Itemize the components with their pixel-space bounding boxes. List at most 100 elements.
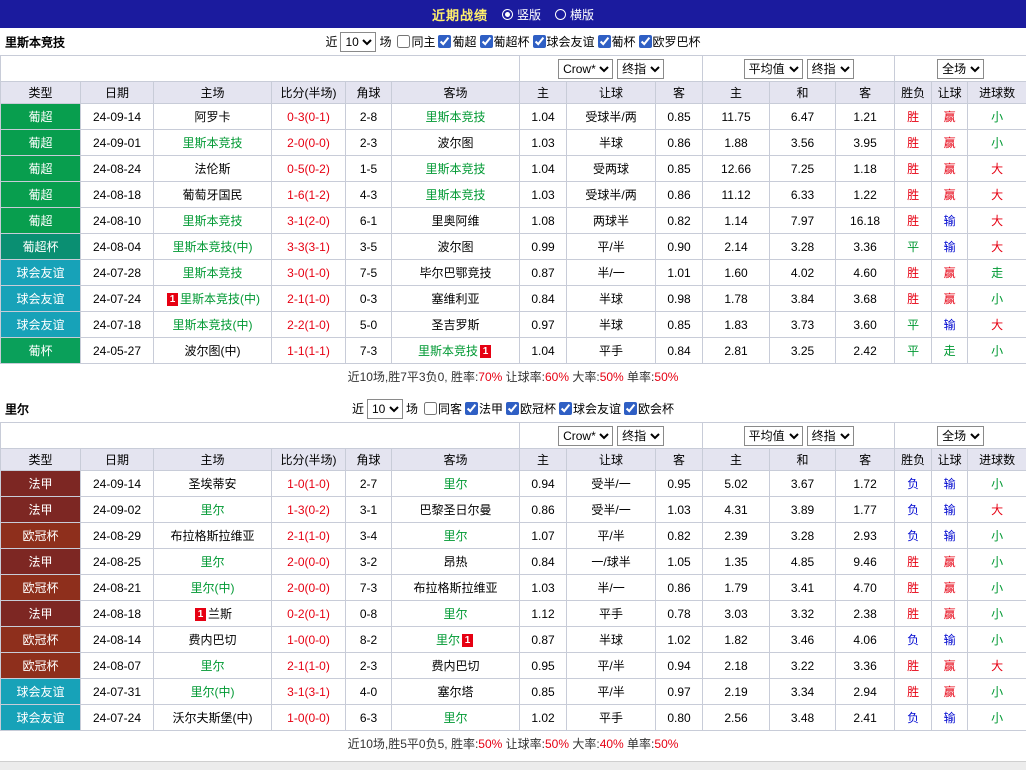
score-cell[interactable]: 2-0(0-0) bbox=[272, 130, 346, 156]
away-team-cell[interactable]: 毕尔巴鄂竞技 bbox=[392, 260, 520, 286]
asian-odds-time-select[interactable]: 终指 bbox=[617, 426, 664, 446]
asian-odds-source-select[interactable]: Crow* bbox=[558, 59, 613, 79]
score-cell[interactable]: 2-2(1-0) bbox=[272, 312, 346, 338]
league-filter-checkbox[interactable]: 欧会杯 bbox=[624, 400, 674, 417]
league-type-cell: 葡杯 bbox=[1, 338, 81, 364]
league-filter-checkbox[interactable]: 球会友谊 bbox=[559, 400, 621, 417]
checkbox-input[interactable] bbox=[438, 35, 451, 48]
home-team-cell[interactable]: 法伦斯 bbox=[154, 156, 272, 182]
asian-odds-time-select[interactable]: 终指 bbox=[617, 59, 664, 79]
score-cell[interactable]: 2-1(1-0) bbox=[272, 653, 346, 679]
checkbox-input[interactable] bbox=[506, 402, 519, 415]
score-cell[interactable]: 1-0(1-0) bbox=[272, 471, 346, 497]
home-team-cell[interactable]: 葡萄牙国民 bbox=[154, 182, 272, 208]
away-team-cell[interactable]: 里尔 bbox=[392, 601, 520, 627]
asian-odds-source-select[interactable]: Crow* bbox=[558, 426, 613, 446]
euro-odds-time-select[interactable]: 终指 bbox=[807, 59, 854, 79]
home-team-cell[interactable]: 1兰斯 bbox=[154, 601, 272, 627]
checkbox-input[interactable] bbox=[465, 402, 478, 415]
home-team-cell[interactable]: 波尔图(中) bbox=[154, 338, 272, 364]
home-team-cell[interactable]: 里尔(中) bbox=[154, 679, 272, 705]
away-team-cell[interactable]: 巴黎圣日尔曼 bbox=[392, 497, 520, 523]
euro-odds-source-select[interactable]: 平均值 bbox=[744, 59, 803, 79]
checkbox-input[interactable] bbox=[424, 402, 437, 415]
home-team-cell[interactable]: 里斯本竞技 bbox=[154, 130, 272, 156]
score-cell[interactable]: 0-5(0-2) bbox=[272, 156, 346, 182]
away-team-cell[interactable]: 波尔图 bbox=[392, 130, 520, 156]
home-team-cell[interactable]: 里尔 bbox=[154, 549, 272, 575]
score-cell[interactable]: 1-6(1-2) bbox=[272, 182, 346, 208]
score-cell[interactable]: 1-0(0-0) bbox=[272, 705, 346, 731]
away-team-cell[interactable]: 塞维利亚 bbox=[392, 286, 520, 312]
away-team-cell[interactable]: 昂热 bbox=[392, 549, 520, 575]
checkbox-input[interactable] bbox=[397, 35, 410, 48]
score-cell[interactable]: 3-1(2-0) bbox=[272, 208, 346, 234]
scope-select[interactable]: 全场 bbox=[937, 426, 984, 446]
league-filter-checkbox[interactable]: 葡超杯 bbox=[480, 33, 530, 50]
score-cell[interactable]: 2-1(1-0) bbox=[272, 523, 346, 549]
league-filter-checkbox[interactable]: 法甲 bbox=[465, 400, 503, 417]
home-team-cell[interactable]: 圣埃蒂安 bbox=[154, 471, 272, 497]
checkbox-input[interactable] bbox=[598, 35, 611, 48]
horizontal-scrollbar[interactable] bbox=[0, 761, 1026, 770]
near-label: 近 bbox=[325, 33, 337, 50]
score-cell[interactable]: 0-3(0-1) bbox=[272, 104, 346, 130]
home-team-cell[interactable]: 1里斯本竞技(中) bbox=[154, 286, 272, 312]
score-cell[interactable]: 3-0(1-0) bbox=[272, 260, 346, 286]
away-team-cell[interactable]: 里斯本竞技 bbox=[392, 104, 520, 130]
match-count-select[interactable]: 10 bbox=[367, 399, 403, 419]
away-team-cell[interactable]: 费内巴切 bbox=[392, 653, 520, 679]
score-cell[interactable]: 3-1(3-1) bbox=[272, 679, 346, 705]
league-filter-checkbox[interactable]: 欧罗巴杯 bbox=[639, 33, 701, 50]
away-team-cell[interactable]: 里斯本竞技1 bbox=[392, 338, 520, 364]
score-cell[interactable]: 2-0(0-0) bbox=[272, 549, 346, 575]
league-filter-checkbox[interactable]: 同主 bbox=[397, 33, 435, 50]
score-cell[interactable]: 1-3(0-2) bbox=[272, 497, 346, 523]
home-team-cell[interactable]: 费内巴切 bbox=[154, 627, 272, 653]
score-cell[interactable]: 3-3(3-1) bbox=[272, 234, 346, 260]
league-filter-checkbox[interactable]: 葡超 bbox=[438, 33, 476, 50]
layout-radio-horizontal[interactable]: 横版 bbox=[555, 6, 594, 23]
home-team-cell[interactable]: 里斯本竞技(中) bbox=[154, 312, 272, 338]
euro-odds-source-select[interactable]: 平均值 bbox=[744, 426, 803, 446]
score-cell[interactable]: 2-1(1-0) bbox=[272, 286, 346, 312]
score-cell[interactable]: 1-0(0-0) bbox=[272, 627, 346, 653]
euro-away-odds-cell: 2.42 bbox=[836, 338, 895, 364]
away-team-cell[interactable]: 波尔图 bbox=[392, 234, 520, 260]
league-filter-checkbox[interactable]: 欧冠杯 bbox=[506, 400, 556, 417]
home-team-cell[interactable]: 里尔(中) bbox=[154, 575, 272, 601]
score-cell[interactable]: 2-0(0-0) bbox=[272, 575, 346, 601]
league-filter-checkbox[interactable]: 球会友谊 bbox=[533, 33, 595, 50]
scope-select[interactable]: 全场 bbox=[937, 59, 984, 79]
away-team-cell[interactable]: 里奥阿维 bbox=[392, 208, 520, 234]
home-team-cell[interactable]: 里尔 bbox=[154, 653, 272, 679]
home-team-cell[interactable]: 沃尔夫斯堡(中) bbox=[154, 705, 272, 731]
home-team-cell[interactable]: 布拉格斯拉维亚 bbox=[154, 523, 272, 549]
away-team-cell[interactable]: 里斯本竞技 bbox=[392, 156, 520, 182]
score-cell[interactable]: 0-2(0-1) bbox=[272, 601, 346, 627]
league-filter-checkbox[interactable]: 同客 bbox=[424, 400, 462, 417]
home-team-cell[interactable]: 里斯本竞技 bbox=[154, 208, 272, 234]
away-team-cell[interactable]: 里尔 bbox=[392, 523, 520, 549]
away-team-cell[interactable]: 里斯本竞技 bbox=[392, 182, 520, 208]
layout-radio-vertical[interactable]: 竖版 bbox=[502, 6, 541, 23]
checkbox-input[interactable] bbox=[559, 402, 572, 415]
away-team-cell[interactable]: 里尔 bbox=[392, 705, 520, 731]
away-team-cell[interactable]: 布拉格斯拉维亚 bbox=[392, 575, 520, 601]
away-team-cell[interactable]: 塞尔塔 bbox=[392, 679, 520, 705]
score-cell[interactable]: 1-1(1-1) bbox=[272, 338, 346, 364]
away-team-cell[interactable]: 里尔 bbox=[392, 471, 520, 497]
away-team-cell[interactable]: 圣吉罗斯 bbox=[392, 312, 520, 338]
league-filter-checkbox[interactable]: 葡杯 bbox=[598, 33, 636, 50]
match-count-select[interactable]: 10 bbox=[340, 32, 376, 52]
euro-odds-time-select[interactable]: 终指 bbox=[807, 426, 854, 446]
checkbox-input[interactable] bbox=[624, 402, 637, 415]
home-team-cell[interactable]: 里斯本竞技 bbox=[154, 260, 272, 286]
checkbox-input[interactable] bbox=[533, 35, 546, 48]
checkbox-input[interactable] bbox=[480, 35, 493, 48]
home-team-cell[interactable]: 里尔 bbox=[154, 497, 272, 523]
home-team-cell[interactable]: 阿罗卡 bbox=[154, 104, 272, 130]
away-team-cell[interactable]: 里尔1 bbox=[392, 627, 520, 653]
home-team-cell[interactable]: 里斯本竞技(中) bbox=[154, 234, 272, 260]
checkbox-input[interactable] bbox=[639, 35, 652, 48]
